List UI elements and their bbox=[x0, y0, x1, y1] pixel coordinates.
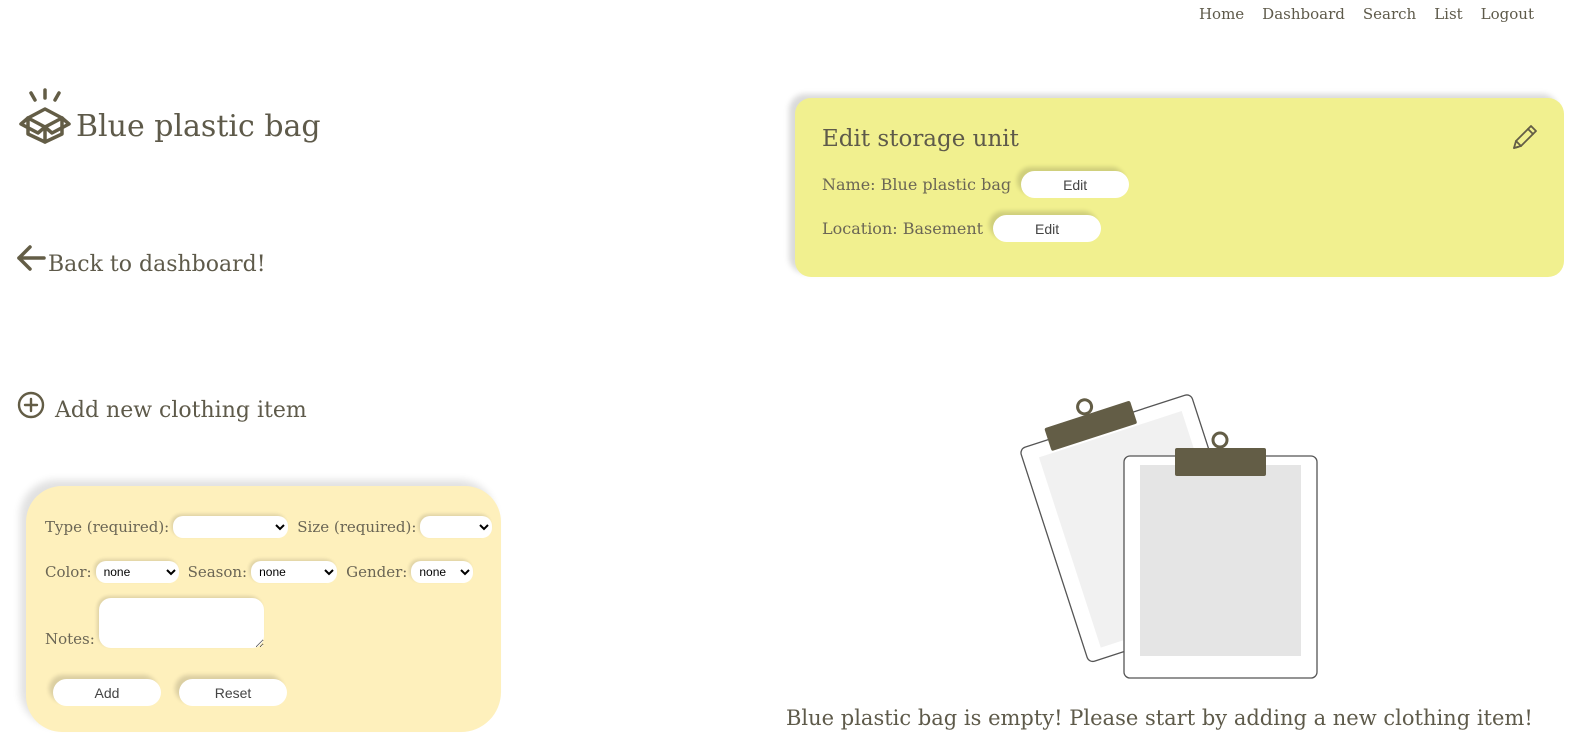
reset-button[interactable]: Reset bbox=[179, 679, 287, 706]
location-text: Location: Basement bbox=[822, 219, 984, 238]
form-row-notes: Notes: bbox=[45, 598, 264, 648]
nav-dashboard[interactable]: Dashboard bbox=[1262, 5, 1345, 23]
size-select[interactable] bbox=[420, 516, 493, 538]
color-select[interactable]: none bbox=[95, 561, 179, 583]
open-box-icon bbox=[18, 88, 72, 148]
edit-card-title: Edit storage unit bbox=[822, 126, 1019, 152]
pencil-icon[interactable] bbox=[1510, 122, 1540, 156]
location-row: Location: Basement Edit bbox=[822, 215, 1102, 242]
type-select[interactable] bbox=[173, 516, 289, 538]
form-row-type-size: Type (required): Size (required): bbox=[45, 516, 493, 538]
type-label: Type (required): bbox=[45, 518, 170, 536]
notes-textarea[interactable] bbox=[98, 598, 264, 648]
gender-label: Gender: bbox=[346, 563, 408, 581]
form-row-color-season-gender: Color: none Season: none Gender: none bbox=[45, 561, 474, 583]
add-button[interactable]: Add bbox=[53, 679, 161, 706]
form-actions: Add Reset bbox=[53, 679, 287, 706]
edit-name-button[interactable]: Edit bbox=[1021, 171, 1130, 198]
page-title: Blue plastic bag bbox=[76, 109, 321, 144]
add-new-label: Add new clothing item bbox=[55, 398, 307, 423]
clipboards-illustration bbox=[1020, 392, 1320, 686]
season-label: Season: bbox=[187, 563, 248, 581]
top-nav: Home Dashboard Search List Logout bbox=[1199, 5, 1534, 23]
color-label: Color: bbox=[45, 563, 92, 581]
edit-location-button[interactable]: Edit bbox=[993, 215, 1102, 242]
back-to-dashboard-link[interactable]: Back to dashboard! bbox=[16, 244, 266, 276]
back-label: Back to dashboard! bbox=[48, 252, 266, 277]
add-clothing-form: Type (required): Size (required): Color:… bbox=[26, 486, 501, 732]
name-row: Name: Blue plastic bag Edit bbox=[822, 171, 1130, 198]
notes-label: Notes: bbox=[45, 630, 95, 648]
nav-logout[interactable]: Logout bbox=[1481, 5, 1534, 23]
nav-home[interactable]: Home bbox=[1199, 5, 1244, 23]
plus-circle-icon bbox=[17, 391, 45, 423]
arrow-left-icon bbox=[16, 244, 46, 276]
gender-select[interactable]: none bbox=[411, 561, 474, 583]
edit-storage-unit-card: Edit storage unit Name: Blue plastic bag… bbox=[795, 98, 1564, 277]
name-text: Name: Blue plastic bag bbox=[822, 175, 1012, 194]
page-header: Blue plastic bag bbox=[18, 88, 321, 148]
nav-search[interactable]: Search bbox=[1363, 5, 1416, 23]
add-new-clothing-header[interactable]: Add new clothing item bbox=[17, 391, 307, 423]
nav-list[interactable]: List bbox=[1434, 5, 1462, 23]
empty-state-message: Blue plastic bag is empty! Please start … bbox=[786, 706, 1533, 730]
size-label: Size (required): bbox=[297, 518, 417, 536]
season-select[interactable]: none bbox=[251, 561, 338, 583]
